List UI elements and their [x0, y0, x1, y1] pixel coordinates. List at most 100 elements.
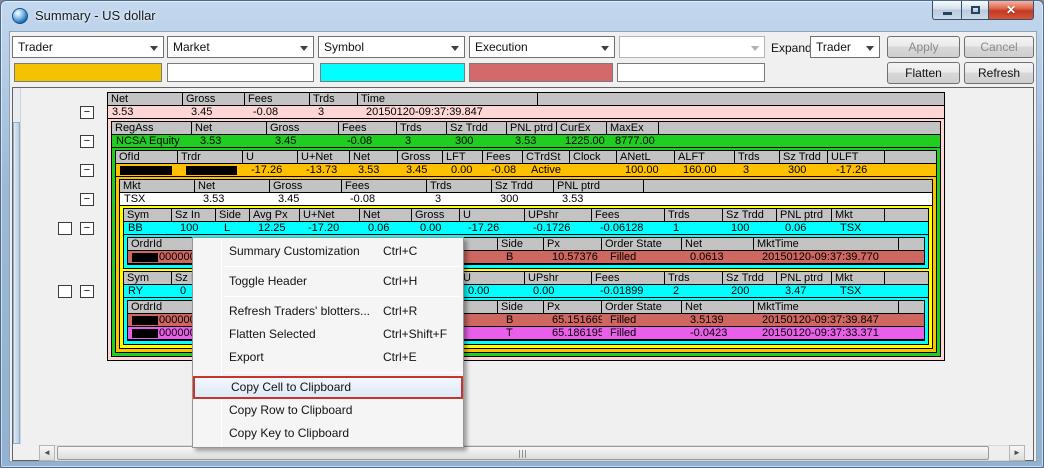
- table-cell[interactable]: TSX: [832, 285, 885, 297]
- table-cell[interactable]: 3.53: [108, 106, 183, 118]
- table-cell[interactable]: 0.00: [525, 285, 592, 297]
- table-cell[interactable]: -17.26: [243, 164, 298, 176]
- table-cell[interactable]: 20150120-09:37:39.770: [754, 251, 899, 263]
- execution-filter-combo[interactable]: Execution: [469, 36, 615, 58]
- table-cell[interactable]: TSX: [120, 193, 195, 205]
- table-cell[interactable]: Filled: [602, 314, 682, 326]
- table-cell[interactable]: 3: [735, 164, 780, 176]
- collapse-button[interactable]: −: [80, 164, 94, 177]
- row-checkbox[interactable]: [58, 285, 72, 298]
- table-cell[interactable]: 0.06: [777, 222, 832, 234]
- menu-item-copy-row-to-clipboard[interactable]: Copy Row to Clipboard: [193, 399, 463, 422]
- flatten-button[interactable]: Flatten: [887, 62, 960, 84]
- table-cell[interactable]: 200: [723, 285, 777, 297]
- table-cell[interactable]: 100.00: [617, 164, 675, 176]
- table-cell[interactable]: 0.06: [360, 222, 412, 234]
- table-cell[interactable]: -0.08: [339, 135, 397, 147]
- menu-item-flatten-selected[interactable]: Flatten SelectedCtrl+Shift+F: [193, 323, 463, 346]
- table-cell[interactable]: 3.53: [192, 135, 267, 147]
- trader-row[interactable]: -17.26-13.733.533.450.00-0.08Active100.0…: [116, 164, 936, 177]
- table-cell[interactable]: -17.26: [460, 222, 525, 234]
- table-cell[interactable]: 3: [310, 106, 358, 118]
- table-cell[interactable]: 0.00: [443, 164, 483, 176]
- apply-button[interactable]: Apply: [887, 36, 960, 58]
- table-cell[interactable]: 20150120-09:37:39.847: [358, 106, 538, 118]
- close-button[interactable]: ✕: [989, 1, 1034, 20]
- table-cell[interactable]: TSX: [832, 222, 885, 234]
- table-cell[interactable]: 300: [447, 135, 507, 147]
- table-cell[interactable]: 3: [427, 193, 492, 205]
- table-cell[interactable]: 3.45: [398, 164, 443, 176]
- table-cell[interactable]: [116, 164, 178, 176]
- table-cell[interactable]: 100: [723, 222, 777, 234]
- table-cell[interactable]: 3.45: [270, 193, 342, 205]
- table-cell[interactable]: 300: [780, 164, 828, 176]
- table-cell[interactable]: -0.08: [342, 193, 427, 205]
- table-cell[interactable]: -0.01899: [592, 285, 665, 297]
- table-cell[interactable]: Active: [523, 164, 570, 176]
- symbol-filter-combo[interactable]: Symbol: [318, 36, 465, 58]
- table-cell[interactable]: 0.00: [412, 222, 460, 234]
- table-cell[interactable]: 3.53: [554, 193, 644, 205]
- collapse-button[interactable]: −: [80, 285, 94, 298]
- table-cell[interactable]: -17.26: [828, 164, 885, 176]
- table-cell[interactable]: T: [498, 327, 544, 339]
- table-cell[interactable]: 160.00: [675, 164, 735, 176]
- table-cell[interactable]: [570, 164, 617, 176]
- table-cell[interactable]: -0.08: [483, 164, 523, 176]
- table-cell[interactable]: 12.25: [250, 222, 300, 234]
- table-cell[interactable]: -0.08: [245, 106, 310, 118]
- table-cell[interactable]: B: [498, 314, 544, 326]
- table-cell[interactable]: Filled: [602, 251, 682, 263]
- table-cell[interactable]: 65.186195: [544, 327, 602, 339]
- menu-item-toggle-header[interactable]: Toggle HeaderCtrl+H: [193, 270, 463, 293]
- table-cell[interactable]: 0.0613: [682, 251, 754, 263]
- menu-item-export[interactable]: ExportCtrl+E: [193, 346, 463, 369]
- collapse-button[interactable]: −: [80, 193, 94, 206]
- market-row[interactable]: TSX3.533.45-0.0833003.53: [120, 193, 932, 206]
- table-cell[interactable]: -13.73: [298, 164, 350, 176]
- menu-item-summary-customization[interactable]: Summary CustomizationCtrl+C: [193, 240, 463, 263]
- expand-combo[interactable]: Trader: [810, 36, 880, 58]
- refresh-button[interactable]: Refresh: [964, 62, 1034, 84]
- summary-row[interactable]: 3.533.45-0.08320150120-09:37:39.847: [108, 106, 944, 119]
- cancel-button[interactable]: Cancel: [964, 36, 1034, 58]
- title-bar[interactable]: Summary - US dollar ✕: [1, 1, 1043, 31]
- table-cell[interactable]: 3.5139: [682, 314, 754, 326]
- table-cell[interactable]: 20150120-09:37:39.847: [754, 314, 899, 326]
- market-filter-combo[interactable]: Market: [167, 36, 314, 58]
- table-cell[interactable]: 10.57376: [544, 251, 602, 263]
- collapse-button[interactable]: −: [80, 135, 94, 148]
- table-cell[interactable]: 65.151669: [544, 314, 602, 326]
- table-cell[interactable]: B: [498, 251, 544, 263]
- table-cell[interactable]: 3.45: [267, 135, 339, 147]
- horizontal-scrollbar[interactable]: ◄ ►: [39, 445, 1025, 461]
- scroll-left-arrow[interactable]: ◄: [39, 445, 55, 461]
- table-cell[interactable]: 0.00: [460, 285, 525, 297]
- table-cell[interactable]: -0.1726: [525, 222, 592, 234]
- table-cell[interactable]: -0.0423: [682, 327, 754, 339]
- menu-item-copy-key-to-clipboard[interactable]: Copy Key to Clipboard: [193, 422, 463, 445]
- table-cell[interactable]: -17.20: [300, 222, 360, 234]
- table-cell[interactable]: 3.47: [777, 285, 832, 297]
- table-cell[interactable]: 3: [397, 135, 447, 147]
- table-cell[interactable]: 3.53: [507, 135, 557, 147]
- trader-filter-combo[interactable]: Trader: [12, 36, 164, 58]
- table-cell[interactable]: -0.06128: [592, 222, 665, 234]
- menu-item-copy-cell-to-clipboard[interactable]: Copy Cell to Clipboard: [193, 376, 463, 399]
- scroll-right-arrow[interactable]: ►: [1009, 445, 1025, 461]
- table-cell[interactable]: 3.45: [183, 106, 245, 118]
- horizontal-scrollbar-thumb[interactable]: [57, 446, 989, 460]
- table-cell[interactable]: NCSA Equity: [112, 135, 192, 147]
- table-cell[interactable]: 300: [492, 193, 554, 205]
- table-cell[interactable]: 20150120-09:37:33.371: [754, 327, 899, 339]
- minimize-button[interactable]: [932, 1, 961, 20]
- region-row[interactable]: NCSA Equity3.533.45-0.0833003.531225.008…: [112, 135, 940, 148]
- table-cell[interactable]: BB: [124, 222, 172, 234]
- table-cell[interactable]: L: [216, 222, 250, 234]
- collapse-button[interactable]: −: [80, 222, 94, 235]
- collapse-button[interactable]: −: [80, 106, 94, 119]
- menu-item-refresh-traders-blotters[interactable]: Refresh Traders' blotters...Ctrl+R: [193, 300, 463, 323]
- table-cell[interactable]: Filled: [602, 327, 682, 339]
- table-cell[interactable]: 1225.00: [557, 135, 607, 147]
